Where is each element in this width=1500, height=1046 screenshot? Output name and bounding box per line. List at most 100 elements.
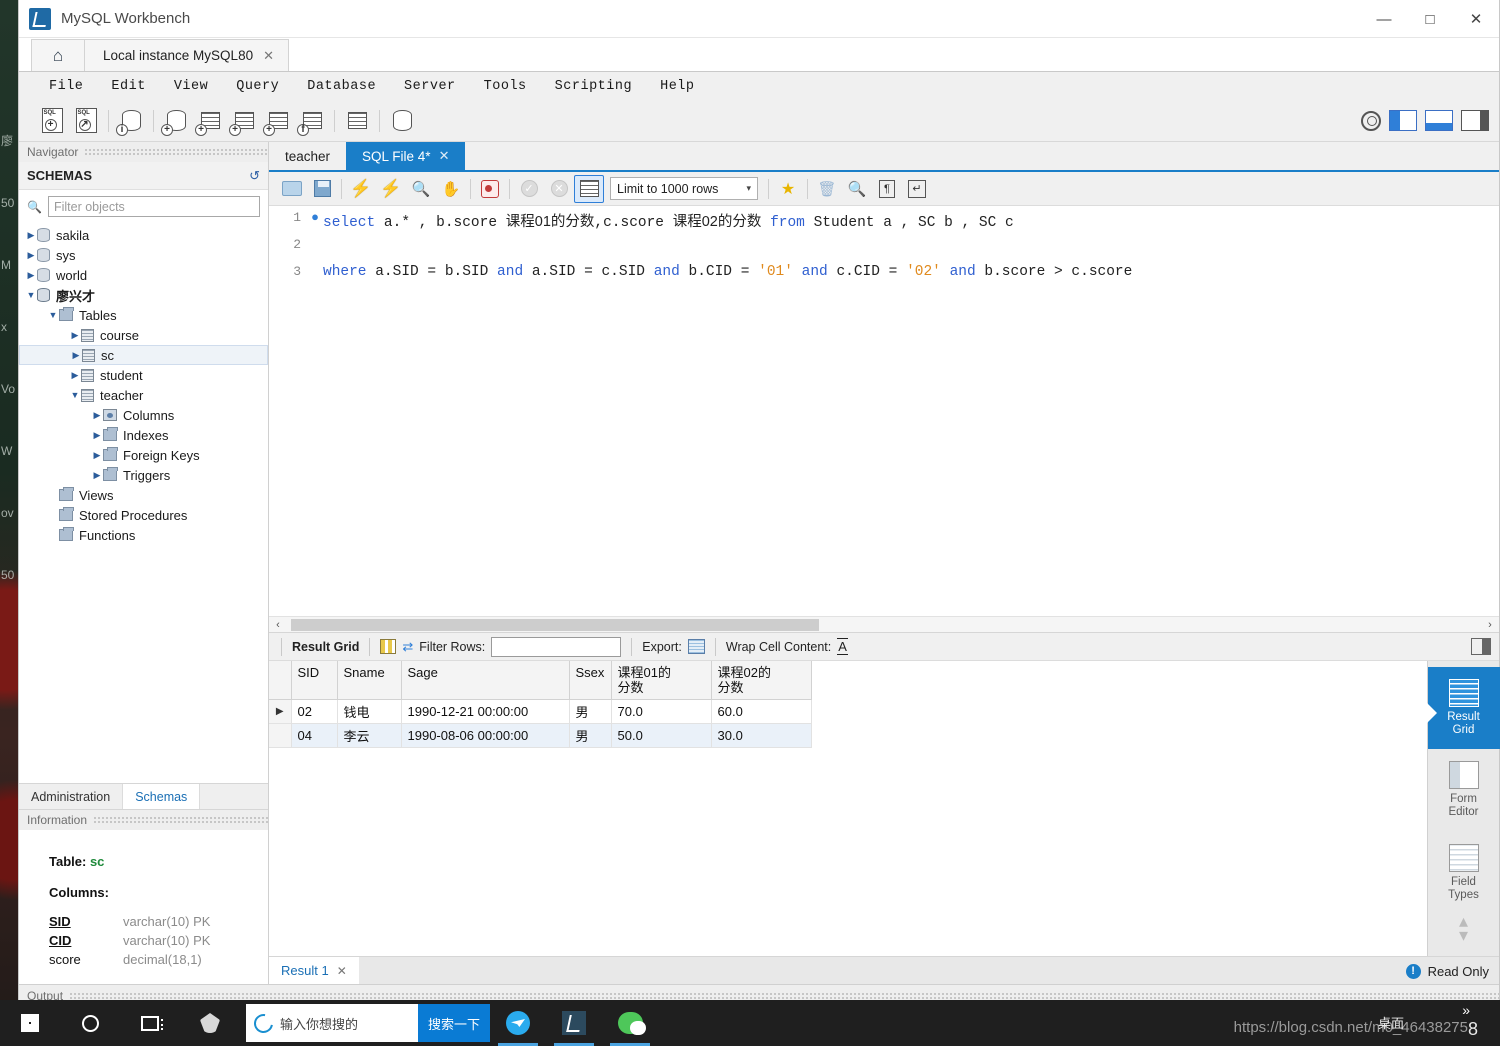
refresh-icon[interactable]: ↺ [249,168,260,184]
table-cell[interactable]: 男 [569,699,612,724]
fan-app-icon[interactable] [180,1000,240,1046]
menu-file[interactable]: File [35,76,97,97]
table-cell[interactable]: 02 [291,699,338,724]
limit-rows-select[interactable]: Limit to 1000 rows ▾ [610,177,758,200]
table-cell[interactable]: 李云 [337,723,402,748]
refresh-arrows-icon[interactable]: ⇄ [402,639,413,655]
tree-item-Foreign Keys[interactable]: ▶ Foreign Keys [19,445,268,465]
tree-item-Tables[interactable]: ▼ Tables [19,305,268,325]
create-schema-icon[interactable]: + [159,105,193,137]
close-icon[interactable]: ✕ [337,964,347,978]
sql-code-editor[interactable]: 1 ● select a.* , b.score 课程01的分数,c.score 课… [269,206,1499,616]
chevron-right-icon[interactable]: ▶ [91,410,103,421]
editor-tab-sql-file-4[interactable]: SQL File 4* ✕ [346,142,466,170]
menu-query[interactable]: Query [222,76,293,97]
connection-info-icon[interactable]: i [114,105,148,137]
stop-hand-icon[interactable]: ✋ [436,175,466,203]
tree-item-Columns[interactable]: ▶ Columns [19,405,268,425]
commit-icon[interactable]: ✓ [514,175,544,203]
column-header-0[interactable]: SID [291,661,338,700]
toggle-sidebar-icon[interactable] [1389,110,1417,131]
menu-edit[interactable]: Edit [97,76,159,97]
user-account-icon[interactable] [1361,110,1381,131]
menu-help[interactable]: Help [646,76,708,97]
tree-item-廖兴才[interactable]: ▼ 廖兴才 [19,285,268,305]
create-function-icon[interactable]: f [295,105,329,137]
chevron-right-icon[interactable]: ▶ [25,270,37,281]
minimize-button[interactable]: — [1361,0,1407,38]
tree-item-Stored Procedures[interactable]: Stored Procedures [19,505,268,525]
taskbar-app-mysql-workbench[interactable] [546,1000,602,1046]
tree-item-sc[interactable]: ▶ sc [19,345,268,365]
table-cell[interactable]: 50.0 [611,723,712,748]
scroll-updown-icon[interactable]: ▴ ▾ [1459,912,1468,944]
tree-item-Triggers[interactable]: ▶ Triggers [19,465,268,485]
toggle-stop-on-error-icon[interactable] [475,175,505,203]
menu-database[interactable]: Database [293,76,390,97]
tree-item-course[interactable]: ▶ course [19,325,268,345]
tree-item-sys[interactable]: ▶ sys [19,245,268,265]
column-header-4[interactable]: 课程01的 分数 [611,661,712,700]
table-cell[interactable]: 1990-08-06 00:00:00 [401,723,570,748]
taskbar-search-box[interactable]: 输入你想搜的 搜索一下 [246,1004,490,1042]
scroll-left-icon[interactable]: ‹ [269,619,287,631]
rollback-icon[interactable]: ✕ [544,175,574,203]
maximize-button[interactable]: □ [1407,0,1453,38]
table-cell[interactable]: 1990-12-21 00:00:00 [401,699,570,724]
explain-magnifier-icon[interactable]: 🔍 [406,175,436,203]
rail-result-grid[interactable]: Result Grid [1426,667,1500,750]
table-cell[interactable]: 60.0 [711,699,812,724]
table-cell[interactable]: 04 [291,723,338,748]
search-input[interactable]: 输入你想搜的 [246,1004,418,1042]
chevron-down-icon[interactable]: ▼ [69,390,81,400]
toggle-output-panel-icon[interactable] [1425,110,1453,131]
tree-item-Indexes[interactable]: ▶ Indexes [19,425,268,445]
clear-broom-icon[interactable]: 🗑 [812,175,842,203]
column-header-3[interactable]: Ssex [569,661,612,700]
column-header-2[interactable]: Sage [401,661,570,700]
tree-item-teacher[interactable]: ▼ teacher [19,385,268,405]
open-folder-icon[interactable] [277,175,307,203]
tree-item-sakila[interactable]: ▶ sakila [19,225,268,245]
toggle-wrap-lines-icon[interactable]: ↵ [902,175,932,203]
chevron-right-icon[interactable]: ▶ [91,470,103,481]
filter-objects-input[interactable] [47,196,260,217]
close-icon[interactable]: ✕ [439,148,450,164]
tab-result-1[interactable]: Result 1 ✕ [269,957,359,984]
editor-horizontal-scrollbar[interactable]: ‹ › [269,616,1499,632]
table-cell[interactable]: 男 [569,723,612,748]
chevron-down-icon[interactable]: ▼ [47,310,59,320]
table-cell[interactable]: 70.0 [611,699,712,724]
search-button[interactable]: 搜索一下 [418,1004,490,1042]
scrollbar-thumb[interactable] [291,618,819,631]
table-cell[interactable]: 钱电 [337,699,402,724]
taskbar-app-wechat[interactable] [602,1000,658,1046]
tree-item-student[interactable]: ▶ student [19,365,268,385]
overflow-chevron-icon[interactable]: » [1462,1002,1470,1018]
chevron-right-icon[interactable]: ▶ [70,350,82,361]
windows-start-icon[interactable] [0,1000,60,1046]
new-sql-tab-icon[interactable]: + [35,105,69,137]
home-tab[interactable]: ⌂ [31,39,85,71]
beautify-star-icon[interactable]: ★ [773,175,803,203]
menu-server[interactable]: Server [390,76,470,97]
tree-item-Functions[interactable]: Functions [19,525,268,545]
chevron-right-icon[interactable]: ▶ [25,230,37,241]
tree-item-Views[interactable]: Views [19,485,268,505]
chevron-down-icon[interactable]: ▼ [25,290,37,300]
table-row[interactable]: 04 李云 1990-08-06 00:00:00 男 50.0 30.0 [269,723,812,748]
column-header-1[interactable]: Sname [337,661,402,700]
create-procedure-icon[interactable]: + [261,105,295,137]
close-icon[interactable]: ✕ [263,48,274,64]
toggle-autocommit-icon[interactable] [574,174,604,203]
find-magnifier-icon[interactable]: 🔍 [842,175,872,203]
create-view-icon[interactable]: + [227,105,261,137]
grid-view-icon[interactable] [380,639,397,654]
show-desktop-label[interactable]: 桌面 [1378,1013,1404,1032]
save-icon[interactable] [307,175,337,203]
create-table-icon[interactable]: + [193,105,227,137]
execute-lightning-icon[interactable]: ⚡ [346,175,376,203]
maximize-panel-icon[interactable] [1471,638,1491,655]
schema-tree[interactable]: ▶ sakila ▶ sys ▶ world ▼ 廖兴才 ▼ Tables ▶ course ▶ sc ▶ s… [19,221,268,783]
chevron-right-icon[interactable]: ▶ [25,250,37,261]
